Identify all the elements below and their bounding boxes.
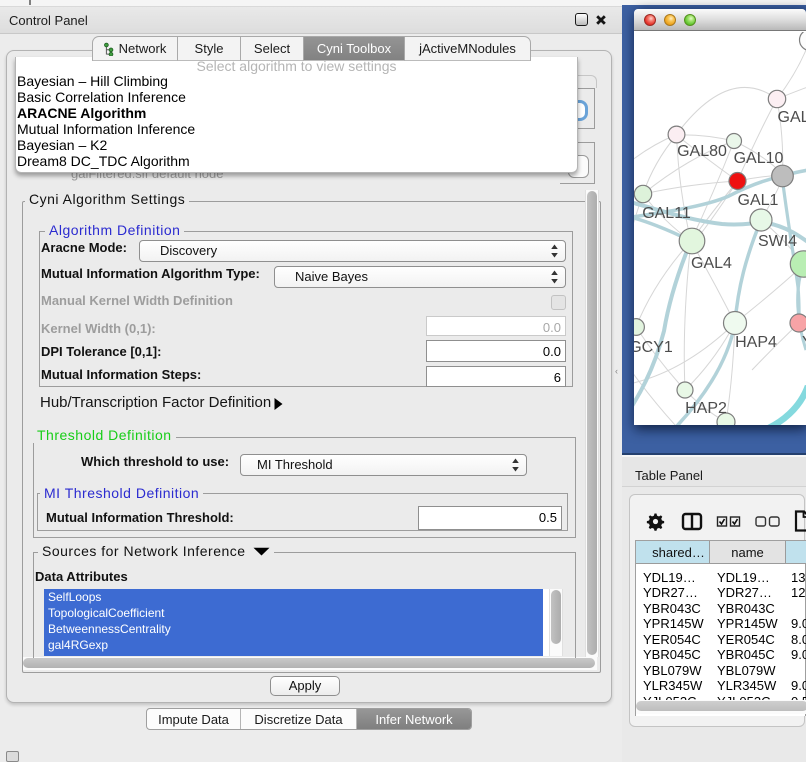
svg-text:GAL2: GAL2 xyxy=(778,109,806,126)
svg-text:GCY1: GCY1 xyxy=(634,339,673,356)
svg-text:GAL11: GAL11 xyxy=(642,205,691,222)
svg-text:HAP4: HAP4 xyxy=(735,334,777,351)
svg-text:GAL10: GAL10 xyxy=(734,150,784,167)
svg-text:GAL80: GAL80 xyxy=(677,143,727,160)
svg-text:YER: YER xyxy=(802,334,806,351)
svg-text:GAL1: GAL1 xyxy=(738,192,779,209)
svg-text:GAL4: GAL4 xyxy=(691,255,732,272)
svg-text:SWI4: SWI4 xyxy=(758,233,797,250)
svg-text:HAP2: HAP2 xyxy=(685,400,727,417)
